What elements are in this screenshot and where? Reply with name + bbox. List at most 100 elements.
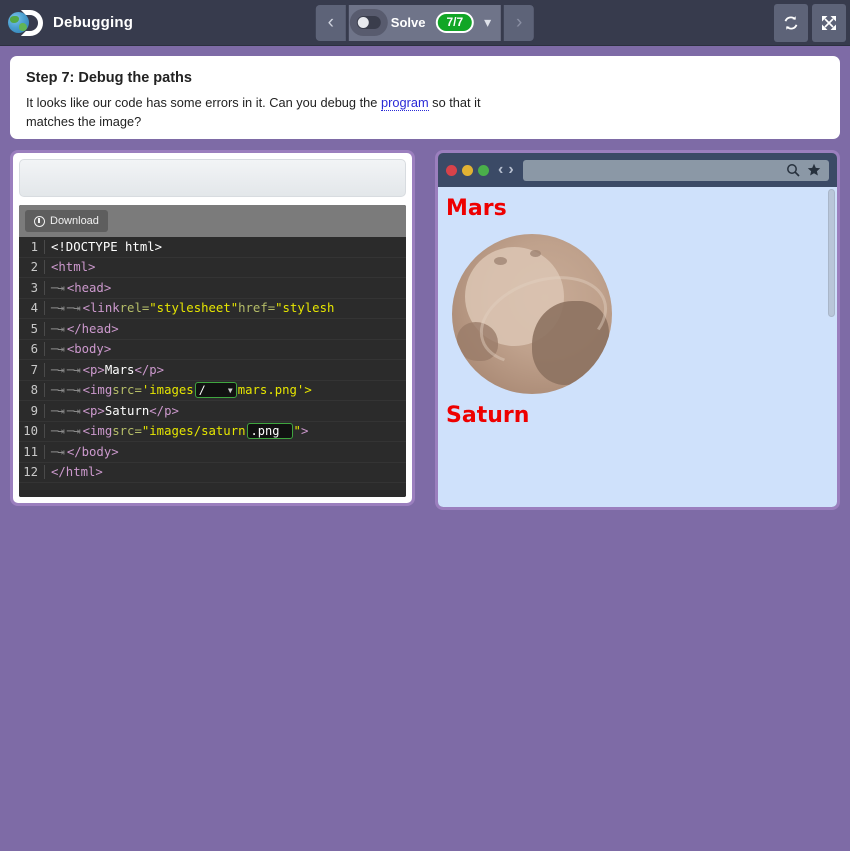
code-line[interactable]: 10 ─⇥ ─⇥ <img src= "images/saturn .png " > xyxy=(19,422,406,442)
code-line-content: ─⇥ ─⇥ <link rel= "stylesheet" href= "stylesh xyxy=(45,301,334,315)
code-line[interactable]: 5 ─⇥ </head> xyxy=(19,319,406,340)
tab-indent-icon: ─⇥ xyxy=(51,403,65,418)
path-separator-select[interactable]: / ▼ xyxy=(194,382,237,399)
tab-indent-icon: ─⇥ xyxy=(51,280,65,295)
file-extension-input[interactable]: .png xyxy=(246,423,293,440)
code-token: <p> xyxy=(82,362,105,377)
refresh-button[interactable] xyxy=(774,3,808,42)
code-token: > xyxy=(300,424,309,439)
code-line-content: ─⇥ ─⇥ <img src= "images/saturn .png " > xyxy=(45,423,309,440)
preview-heading-mars: Mars xyxy=(446,196,507,221)
instruction-body: It looks like our code has some errors i… xyxy=(26,94,481,131)
next-step-button[interactable]: › xyxy=(504,4,535,41)
tab-indent-icon: ─⇥ xyxy=(66,403,81,418)
line-number: 7 xyxy=(19,362,45,377)
editor-toolbar[interactable] xyxy=(19,159,406,197)
code-token: <img xyxy=(82,424,113,439)
code-line-content: ─⇥ ─⇥ <p> Mars </p> xyxy=(45,363,164,377)
code-line-content: ─⇥ <body> xyxy=(45,342,111,356)
code-line-content: ─⇥ <head> xyxy=(45,281,111,295)
maximize-dot-icon[interactable] xyxy=(478,164,489,176)
line-number: 6 xyxy=(19,342,45,357)
download-button[interactable]: Download xyxy=(25,210,108,232)
download-label: Download xyxy=(50,215,99,227)
planet-crater xyxy=(493,256,507,265)
tab-indent-icon: ─⇥ xyxy=(51,383,65,398)
browser-back-icon[interactable]: ‹ xyxy=(498,161,503,179)
brand: Debugging xyxy=(0,0,133,45)
line-number: 10 xyxy=(19,424,45,439)
code-line[interactable]: 9 ─⇥ ─⇥ <p> Saturn </p> xyxy=(19,401,406,422)
code-line[interactable]: 1 <!DOCTYPE html> xyxy=(19,237,406,258)
instruction-card: Step 7: Debug the paths It looks like ou… xyxy=(10,56,840,139)
browser-preview-panel: ‹ › Mars Saturn xyxy=(435,150,840,510)
tab-indent-icon: ─⇥ xyxy=(66,424,81,439)
instruction-heading: Step 7: Debug the paths xyxy=(26,70,192,86)
code-line[interactable]: 6 ─⇥ <body> xyxy=(19,340,406,360)
preview-heading-saturn: Saturn xyxy=(446,403,530,429)
browser-forward-icon[interactable]: › xyxy=(508,161,513,179)
line-number: 5 xyxy=(19,321,45,336)
code-token: </p> xyxy=(134,362,165,377)
code-token: rel= xyxy=(119,301,150,316)
code-toolbar: Download xyxy=(19,205,406,237)
code-line[interactable]: 3 ─⇥ <head> xyxy=(19,278,406,299)
code-line-content: ─⇥ ─⇥ <p> Saturn </p> xyxy=(45,404,179,418)
minimize-dot-icon[interactable] xyxy=(462,164,473,176)
path-separator-value: / xyxy=(198,383,206,398)
code-line[interactable]: 2 <html> xyxy=(19,258,406,278)
code-area: Download 1 <!DOCTYPE html> 2 <html> 3 ─⇥ <head… xyxy=(19,205,406,497)
code-line[interactable]: 8 ─⇥ ─⇥ <img src='images / ▼ mars.png'> xyxy=(19,381,406,401)
solve-mode-pill[interactable]: Solve 7/7 ▾ xyxy=(348,4,502,41)
code-token: " xyxy=(293,424,301,439)
code-line[interactable]: 11 ─⇥ </body> xyxy=(19,442,406,463)
close-dot-icon[interactable] xyxy=(446,164,457,176)
code-line-content: ─⇥ ─⇥ <img src='images / ▼ mars.png'> xyxy=(45,382,312,399)
step-counter-badge: 7/7 xyxy=(435,12,475,33)
code-token: <link xyxy=(82,301,120,316)
code-token: <html> xyxy=(51,260,96,275)
code-token: </head> xyxy=(66,321,119,336)
code-lines[interactable]: 1 <!DOCTYPE html> 2 <html> 3 ─⇥ <head> 4 ─⇥ ─⇥ <li… xyxy=(19,237,406,497)
tab-indent-icon: ─⇥ xyxy=(51,342,65,357)
line-number: 4 xyxy=(19,301,45,316)
code-line[interactable]: 4 ─⇥ ─⇥ <link rel= "stylesheet" href= "styles… xyxy=(19,299,406,319)
code-line-content: ─⇥ </body> xyxy=(45,445,119,459)
previous-step-button[interactable]: ‹ xyxy=(315,4,346,41)
instruction-text-before: It looks like our code has some errors i… xyxy=(26,95,381,110)
code-line[interactable]: 7 ─⇥ ─⇥ <p> Mars </p> xyxy=(19,360,406,381)
preview-scroll-thumb[interactable] xyxy=(828,189,835,317)
code-token: </p> xyxy=(149,403,179,418)
tab-indent-icon: ─⇥ xyxy=(51,424,65,439)
planet-sphere-image xyxy=(452,234,612,395)
line-number: 9 xyxy=(19,403,45,418)
code-token: 'images xyxy=(141,383,194,398)
code-line-content: <html> xyxy=(45,260,95,274)
tab-indent-icon: ─⇥ xyxy=(51,321,65,336)
code-token: src= xyxy=(112,383,142,398)
code-token: "images/saturn xyxy=(141,424,246,439)
code-line[interactable]: 12 </html> xyxy=(19,463,406,483)
chevron-down-icon: ▼ xyxy=(227,385,233,395)
code-token: "stylesh xyxy=(275,301,335,316)
fullscreen-button[interactable] xyxy=(812,3,846,42)
page-title: Debugging xyxy=(53,14,134,31)
tab-indent-icon: ─⇥ xyxy=(66,301,81,316)
code-line-content: </html> xyxy=(45,465,103,479)
line-number: 8 xyxy=(19,383,45,398)
preview-scrollbar[interactable] xyxy=(828,189,835,505)
code-line-content: ─⇥ </head> xyxy=(45,322,119,336)
chevron-down-icon[interactable]: ▾ xyxy=(484,14,491,31)
tab-indent-icon: ─⇥ xyxy=(51,301,65,316)
main-content: Download 1 <!DOCTYPE html> 2 <html> 3 ─⇥ <head… xyxy=(0,139,850,510)
code-line-content: <!DOCTYPE html> xyxy=(45,240,162,254)
address-bar[interactable] xyxy=(522,159,829,181)
code-token: href= xyxy=(238,301,276,316)
refresh-icon xyxy=(784,15,798,30)
toggle-switch-icon[interactable] xyxy=(356,16,381,29)
code-token: <!DOCTYPE html> xyxy=(51,239,163,254)
search-icon xyxy=(787,164,800,177)
line-number: 12 xyxy=(19,465,45,480)
tab-indent-icon: ─⇥ xyxy=(66,383,81,398)
program-link[interactable]: program xyxy=(380,95,429,111)
